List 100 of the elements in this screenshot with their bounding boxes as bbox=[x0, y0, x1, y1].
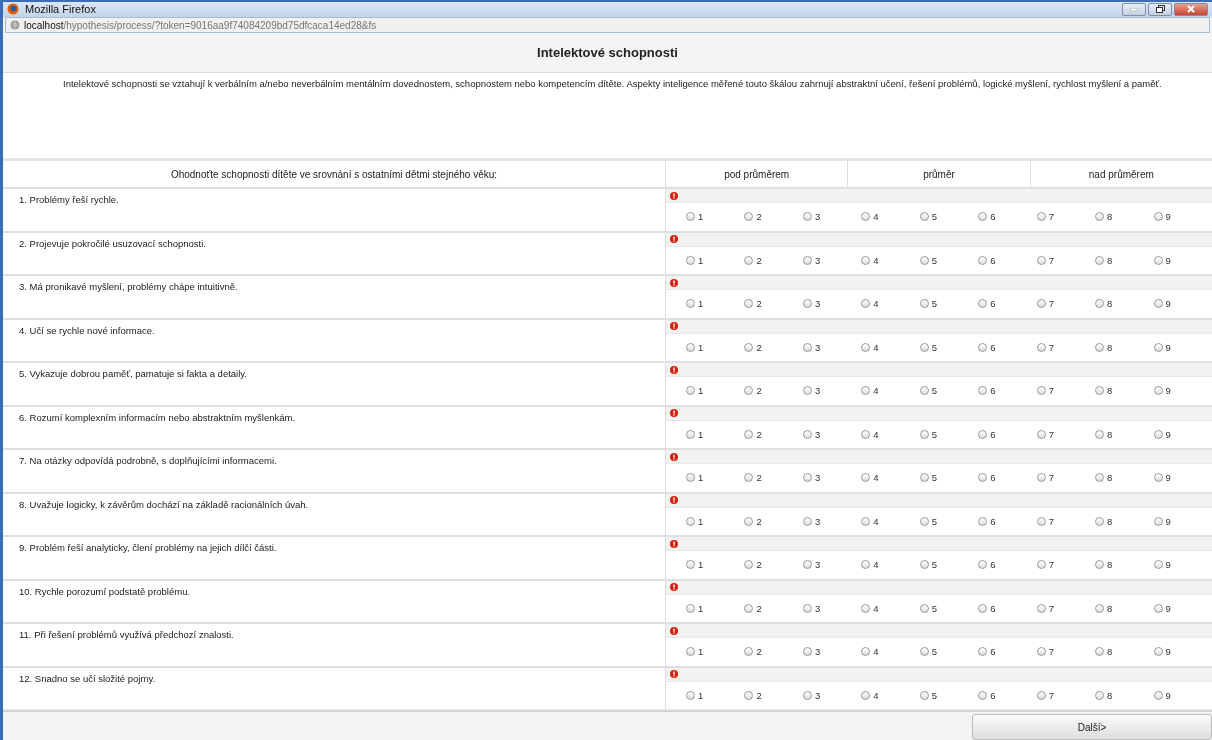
radio-button[interactable] bbox=[1095, 473, 1105, 483]
radio-button[interactable] bbox=[1036, 560, 1046, 570]
radio-button[interactable] bbox=[1153, 212, 1163, 222]
radio-button[interactable] bbox=[919, 255, 929, 265]
radio-button[interactable] bbox=[861, 516, 871, 526]
radio-button[interactable] bbox=[1036, 255, 1046, 265]
radio-button[interactable] bbox=[1153, 516, 1163, 526]
radio-button[interactable] bbox=[802, 473, 812, 483]
radio-button[interactable] bbox=[1095, 386, 1105, 396]
radio-button[interactable] bbox=[686, 516, 695, 526]
radio-button[interactable] bbox=[978, 212, 988, 222]
radio-button[interactable] bbox=[1095, 647, 1105, 657]
radio-button[interactable] bbox=[1153, 342, 1163, 352]
radio-button[interactable] bbox=[1095, 516, 1105, 526]
radio-button[interactable] bbox=[978, 690, 988, 700]
radio-button[interactable] bbox=[802, 429, 812, 439]
radio-button[interactable] bbox=[1095, 429, 1105, 439]
radio-button[interactable] bbox=[919, 342, 929, 352]
radio-button[interactable] bbox=[744, 429, 754, 439]
radio-button[interactable] bbox=[861, 647, 871, 657]
radio-button[interactable] bbox=[978, 473, 988, 483]
radio-button[interactable] bbox=[744, 516, 754, 526]
radio-button[interactable] bbox=[686, 212, 695, 222]
radio-button[interactable] bbox=[802, 212, 812, 222]
radio-button[interactable] bbox=[686, 429, 695, 439]
radio-button[interactable] bbox=[1095, 299, 1105, 309]
radio-button[interactable] bbox=[1036, 516, 1046, 526]
radio-button[interactable] bbox=[978, 255, 988, 265]
radio-button[interactable] bbox=[1036, 342, 1046, 352]
radio-button[interactable] bbox=[978, 560, 988, 570]
radio-button[interactable] bbox=[802, 516, 812, 526]
radio-button[interactable] bbox=[861, 690, 871, 700]
radio-button[interactable] bbox=[919, 516, 929, 526]
radio-button[interactable] bbox=[861, 603, 871, 613]
radio-button[interactable] bbox=[802, 386, 812, 396]
radio-button[interactable] bbox=[686, 255, 695, 265]
radio-button[interactable] bbox=[1095, 690, 1105, 700]
radio-button[interactable] bbox=[919, 603, 929, 613]
radio-button[interactable] bbox=[919, 690, 929, 700]
radio-button[interactable] bbox=[744, 473, 754, 483]
radio-button[interactable] bbox=[744, 299, 754, 309]
radio-button[interactable] bbox=[919, 473, 929, 483]
radio-button[interactable] bbox=[861, 212, 871, 222]
radio-button[interactable] bbox=[919, 560, 929, 570]
radio-button[interactable] bbox=[1153, 603, 1163, 613]
radio-button[interactable] bbox=[802, 690, 812, 700]
radio-button[interactable] bbox=[744, 255, 754, 265]
radio-button[interactable] bbox=[686, 299, 695, 309]
radio-button[interactable] bbox=[919, 299, 929, 309]
radio-button[interactable] bbox=[1095, 560, 1105, 570]
radio-button[interactable] bbox=[861, 386, 871, 396]
radio-button[interactable] bbox=[1153, 299, 1163, 309]
radio-button[interactable] bbox=[802, 560, 812, 570]
radio-button[interactable] bbox=[802, 603, 812, 613]
next-button[interactable]: Další> bbox=[972, 714, 1212, 740]
close-button[interactable] bbox=[1174, 2, 1208, 16]
radio-button[interactable] bbox=[978, 386, 988, 396]
radio-button[interactable] bbox=[1153, 386, 1163, 396]
radio-button[interactable] bbox=[686, 342, 695, 352]
radio-button[interactable] bbox=[1095, 342, 1105, 352]
radio-button[interactable] bbox=[744, 647, 754, 657]
radio-button[interactable] bbox=[1153, 429, 1163, 439]
radio-button[interactable] bbox=[686, 560, 695, 570]
radio-button[interactable] bbox=[861, 299, 871, 309]
radio-button[interactable] bbox=[978, 429, 988, 439]
radio-button[interactable] bbox=[686, 473, 695, 483]
radio-button[interactable] bbox=[1036, 212, 1046, 222]
radio-button[interactable] bbox=[686, 386, 695, 396]
radio-button[interactable] bbox=[1153, 647, 1163, 657]
radio-button[interactable] bbox=[861, 560, 871, 570]
radio-button[interactable] bbox=[744, 603, 754, 613]
radio-button[interactable] bbox=[686, 603, 695, 613]
radio-button[interactable] bbox=[1036, 299, 1046, 309]
radio-button[interactable] bbox=[1036, 647, 1046, 657]
radio-button[interactable] bbox=[744, 212, 754, 222]
radio-button[interactable] bbox=[1153, 473, 1163, 483]
radio-button[interactable] bbox=[1153, 560, 1163, 570]
radio-button[interactable] bbox=[1153, 690, 1163, 700]
radio-button[interactable] bbox=[1036, 429, 1046, 439]
radio-button[interactable] bbox=[978, 516, 988, 526]
radio-button[interactable] bbox=[802, 299, 812, 309]
restore-button[interactable] bbox=[1148, 2, 1172, 16]
radio-button[interactable] bbox=[978, 299, 988, 309]
radio-button[interactable] bbox=[744, 560, 754, 570]
radio-button[interactable] bbox=[1036, 473, 1046, 483]
radio-button[interactable] bbox=[978, 342, 988, 352]
radio-button[interactable] bbox=[802, 647, 812, 657]
radio-button[interactable] bbox=[1095, 603, 1105, 613]
radio-button[interactable] bbox=[861, 255, 871, 265]
radio-button[interactable] bbox=[978, 647, 988, 657]
radio-button[interactable] bbox=[1153, 255, 1163, 265]
radio-button[interactable] bbox=[686, 647, 695, 657]
radio-button[interactable] bbox=[919, 647, 929, 657]
radio-button[interactable] bbox=[1095, 255, 1105, 265]
radio-button[interactable] bbox=[978, 603, 988, 613]
radio-button[interactable] bbox=[1036, 690, 1046, 700]
radio-button[interactable] bbox=[1095, 212, 1105, 222]
radio-button[interactable] bbox=[919, 386, 929, 396]
radio-button[interactable] bbox=[744, 386, 754, 396]
radio-button[interactable] bbox=[744, 690, 754, 700]
